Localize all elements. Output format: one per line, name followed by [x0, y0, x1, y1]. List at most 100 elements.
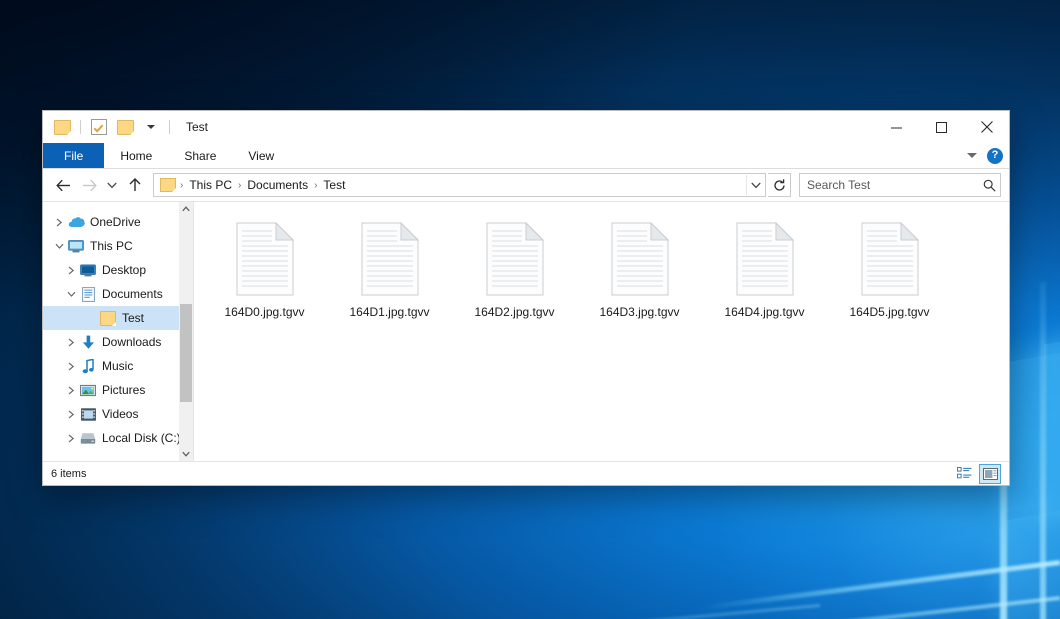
sidebar-item-onedrive[interactable]: OneDrive — [43, 210, 193, 234]
chevron-right-icon[interactable] — [63, 382, 79, 398]
sidebar-item-pictures[interactable]: Pictures — [43, 378, 193, 402]
file-name: 164D4.jpg.tgvv — [724, 305, 804, 319]
folder-icon — [160, 178, 176, 192]
monitor-icon — [67, 238, 85, 254]
file-name: 164D0.jpg.tgvv — [224, 305, 304, 319]
address-dropdown-icon[interactable] — [746, 175, 765, 195]
chevron-right-icon[interactable] — [63, 430, 79, 446]
maximize-icon[interactable] — [919, 111, 964, 143]
sidebar-item-label: Test — [122, 311, 144, 325]
list-item[interactable]: 164D4.jpg.tgvv — [708, 218, 821, 319]
chevron-right-icon[interactable] — [51, 214, 67, 230]
folder-icon — [99, 310, 117, 326]
status-bar: 6 items — [43, 461, 1009, 485]
sidebar-item-label: Local Disk (C:) — [102, 431, 181, 445]
sidebar-item-label: This PC — [90, 239, 133, 253]
navigation-scrollbar[interactable] — [179, 202, 193, 461]
file-list-pane[interactable]: 164D0.jpg.tgvv — [193, 202, 1009, 461]
scrollbar-track[interactable] — [179, 216, 193, 447]
sidebar-item-this-pc[interactable]: This PC — [43, 234, 193, 258]
chevron-right-icon[interactable] — [63, 358, 79, 374]
generic-document-icon — [861, 222, 919, 296]
title-bar: Test — [43, 111, 1009, 143]
pictures-icon — [79, 382, 97, 398]
list-item[interactable]: 164D3.jpg.tgvv — [583, 218, 696, 319]
tab-home[interactable]: Home — [104, 143, 168, 168]
generic-document-icon — [236, 222, 294, 296]
breadcrumb-bar[interactable]: › This PC › Documents › Test — [153, 173, 766, 197]
sidebar-item-label: Pictures — [102, 383, 145, 397]
videos-icon — [79, 406, 97, 422]
breadcrumb-item-documents[interactable]: Documents — [242, 178, 313, 192]
list-item[interactable]: 164D0.jpg.tgvv — [208, 218, 321, 319]
tab-file[interactable]: File — [43, 143, 104, 168]
list-item[interactable]: 164D1.jpg.tgvv — [333, 218, 446, 319]
chevron-right-icon[interactable] — [63, 406, 79, 422]
sidebar-item-local-disk-c[interactable]: Local Disk (C:) — [43, 426, 193, 450]
breadcrumb-item-this-pc[interactable]: This PC — [184, 178, 237, 192]
caret-up-icon[interactable] — [179, 202, 193, 216]
tab-share[interactable]: Share — [168, 143, 232, 168]
properties-icon[interactable] — [89, 117, 109, 137]
generic-document-icon — [361, 222, 419, 296]
toolbar-divider — [80, 120, 81, 134]
file-name: 164D2.jpg.tgvv — [474, 305, 554, 319]
chevron-down-icon[interactable] — [967, 153, 977, 158]
address-bar: › This PC › Documents › Test — [43, 169, 1009, 201]
file-name: 164D3.jpg.tgvv — [599, 305, 679, 319]
recent-locations-icon[interactable] — [103, 173, 121, 197]
documents-icon — [79, 286, 97, 302]
list-item[interactable]: 164D2.jpg.tgvv — [458, 218, 571, 319]
help-icon[interactable]: ? — [987, 148, 1003, 164]
new-folder-icon[interactable] — [115, 117, 135, 137]
tab-view[interactable]: View — [232, 143, 290, 168]
sidebar-item-music[interactable]: Music — [43, 354, 193, 378]
sidebar-item-label: Downloads — [102, 335, 161, 349]
file-grid: 164D0.jpg.tgvv — [208, 218, 1009, 319]
file-explorer-window: Test File Home Share View ? — [42, 110, 1010, 486]
ribbon-right-controls: ? — [967, 143, 1003, 168]
details-view-button[interactable] — [953, 464, 975, 484]
sidebar-item-label: Music — [102, 359, 133, 373]
refresh-icon[interactable] — [768, 173, 791, 197]
sidebar-item-desktop[interactable]: Desktop — [43, 258, 193, 282]
up-arrow-icon[interactable] — [123, 173, 147, 197]
cloud-icon — [67, 214, 85, 230]
forward-arrow-icon — [77, 173, 101, 197]
chevron-down-icon[interactable] — [63, 286, 79, 302]
search-input[interactable] — [800, 177, 978, 193]
item-count-label: 6 items — [51, 468, 86, 480]
breadcrumb-item-test[interactable]: Test — [318, 178, 350, 192]
breadcrumb: › This PC › Documents › Test — [154, 178, 746, 192]
sidebar-item-downloads[interactable]: Downloads — [43, 330, 193, 354]
sidebar-item-videos[interactable]: Videos — [43, 402, 193, 426]
search-icon[interactable] — [978, 179, 1000, 192]
music-icon — [79, 358, 97, 374]
chevron-right-icon[interactable] — [63, 262, 79, 278]
minimize-icon[interactable] — [874, 111, 919, 143]
sidebar-item-documents[interactable]: Documents — [43, 282, 193, 306]
file-name: 164D1.jpg.tgvv — [349, 305, 429, 319]
window-controls — [874, 111, 1009, 143]
large-icons-view-button[interactable] — [979, 464, 1001, 484]
sidebar-item-label: Documents — [102, 287, 163, 301]
close-icon[interactable] — [964, 111, 1009, 143]
search-box[interactable] — [799, 173, 1001, 197]
file-name: 164D5.jpg.tgvv — [849, 305, 929, 319]
folder-icon[interactable] — [52, 117, 72, 137]
generic-document-icon — [611, 222, 669, 296]
generic-document-icon — [486, 222, 544, 296]
chevron-down-icon[interactable] — [141, 117, 161, 137]
generic-document-icon — [736, 222, 794, 296]
back-arrow-icon[interactable] — [51, 173, 75, 197]
chevron-right-icon[interactable] — [63, 334, 79, 350]
view-mode-buttons — [953, 464, 1001, 484]
list-item[interactable]: 164D5.jpg.tgvv — [833, 218, 946, 319]
download-icon — [79, 334, 97, 350]
caret-down-icon[interactable] — [179, 447, 193, 461]
sidebar-item-label: OneDrive — [90, 215, 141, 229]
ribbon-tab-strip: File Home Share View ? — [43, 143, 1009, 169]
scrollbar-thumb[interactable] — [180, 304, 192, 402]
chevron-down-icon[interactable] — [51, 238, 67, 254]
sidebar-item-test[interactable]: Test — [43, 306, 193, 330]
